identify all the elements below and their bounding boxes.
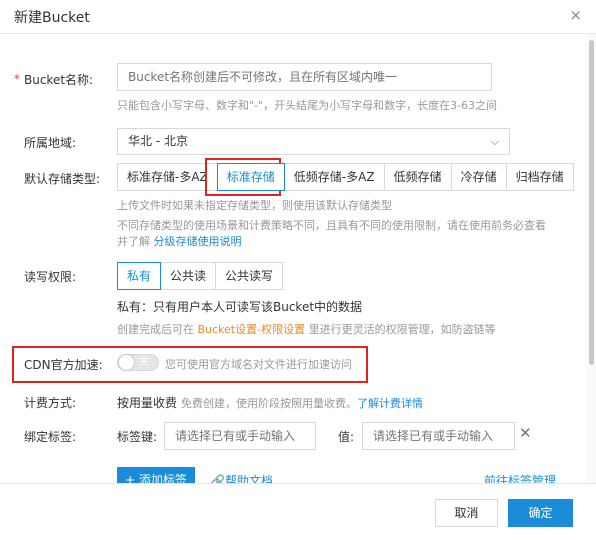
billing-desc-text: 免费创建，使用阶段按照用量收费。 [181, 397, 357, 410]
acl-help-suffix: 里进行更灵活的权限管理，如防盗链等 [305, 323, 496, 336]
confirm-button[interactable]: 确定 [508, 499, 573, 527]
storage-class-help-prefix: 并了解 [117, 235, 154, 248]
storage-class-help-line2: 并了解 分级存储使用说明 [117, 234, 242, 250]
storage-option-infrequent-multi-az[interactable]: 低频存储-多AZ [283, 163, 385, 191]
bucket-name-help: 只能包含小写字母、数字和"-"，开头结尾为小写字母和数字，长度在3-63之间 [117, 99, 498, 112]
add-tag-button[interactable]: + 添加标签 [117, 467, 195, 483]
scrollbar-thumb[interactable] [589, 40, 594, 365]
tags-label: 绑定标签: [24, 430, 77, 444]
storage-class-selector: 标准存储-多AZ 标准存储 低频存储-多AZ 低频存储 冷存储 归档存储 [117, 163, 574, 191]
tag-actions-row: + 添加标签 🔗帮助文档 前往标签管理 [0, 460, 586, 483]
create-bucket-dialog: 新建Bucket × * Bucket名称: 只能包含小写字母、数字和"-"，开… [0, 0, 596, 540]
dialog-footer: 取消 确定 [0, 483, 596, 540]
tag-value-label: 值: [338, 430, 355, 444]
storage-class-label: 默认存储类型: [24, 172, 101, 186]
tag-management-link[interactable]: 前往标签管理 [484, 472, 556, 483]
cdn-label: CDN官方加速: [24, 358, 103, 372]
storage-option-infrequent[interactable]: 低频存储 [383, 163, 452, 191]
storage-option-cold[interactable]: 冷存储 [450, 163, 507, 191]
close-icon[interactable]: × [569, 6, 582, 24]
acl-label: 读写权限: [24, 270, 77, 284]
region-value: 华北 - 北京 [128, 134, 188, 148]
cancel-button[interactable]: 取消 [435, 499, 498, 527]
required-mark: * [14, 72, 20, 86]
acl-help: 创建完成后可在 Bucket设置-权限设置 里进行更灵活的权限管理，如防盗链等 [117, 321, 496, 337]
help-doc-link[interactable]: 🔗帮助文档 [210, 472, 273, 483]
cdn-description: 您可使用官方域名对文件进行加速访问 [165, 358, 352, 371]
cdn-toggle[interactable]: 关 [117, 354, 159, 371]
acl-option-public-read[interactable]: 公共读 [160, 262, 217, 290]
billing-desc: 免费创建，使用阶段按照用量收费。了解计费详情 [181, 395, 423, 411]
dialog-header: 新建Bucket × [0, 0, 596, 34]
billing-details-link[interactable]: 了解计费详情 [357, 397, 423, 410]
storage-class-doc-link[interactable]: 分级存储使用说明 [154, 235, 242, 248]
remove-tag-icon[interactable]: ✕ [519, 424, 532, 442]
storage-option-archive[interactable]: 归档存储 [505, 163, 574, 191]
bucket-name-label: Bucket名称: [24, 73, 94, 87]
acl-option-private[interactable]: 私有 [117, 262, 162, 290]
cdn-toggle-text: 关 [139, 357, 149, 368]
link-icon: 🔗 [210, 474, 225, 483]
acl-help-prefix: 创建完成后可在 [117, 323, 198, 336]
dialog-title: 新建Bucket [14, 10, 90, 26]
tag-key-label: 标签键: [117, 430, 158, 444]
acl-settings-link[interactable]: Bucket设置-权限设置 [198, 323, 306, 336]
tag-key-input[interactable] [164, 422, 316, 450]
acl-option-public-read-write[interactable]: 公共读写 [215, 262, 284, 290]
region-select[interactable]: 华北 - 北京 ⌵ [117, 128, 510, 155]
storage-option-standard-multi-az[interactable]: 标准存储-多AZ [117, 163, 218, 191]
bucket-name-input[interactable] [117, 63, 492, 91]
acl-selector: 私有 公共读 公共读写 [117, 262, 284, 290]
storage-class-help: 上传文件时如果未指定存储类型，则使用该默认存储类型 [117, 199, 392, 212]
storage-option-standard[interactable]: 标准存储 [216, 163, 285, 191]
billing-label: 计费方式: [24, 396, 77, 410]
chevron-down-icon: ⌵ [490, 135, 499, 148]
acl-description: 私有：只有用户本人可读写该Bucket中的数据 [117, 300, 363, 314]
storage-class-help-line1: 不同存储类型的使用场景和计费策略不同，且具有不同的使用限制，请在使用前务必查看 [117, 219, 546, 232]
billing-value: 按用量收费 [117, 396, 178, 410]
region-label: 所属地域: [24, 136, 77, 150]
help-doc-text: 帮助文档 [224, 474, 273, 483]
cdn-toggle-knob [118, 354, 135, 371]
tag-value-input[interactable] [362, 422, 515, 450]
